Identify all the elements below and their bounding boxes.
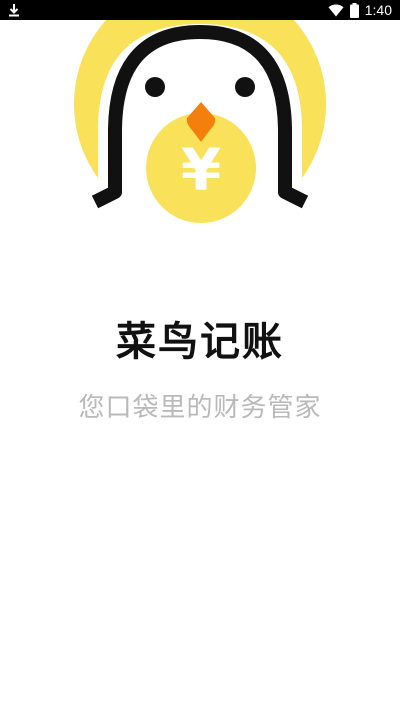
download-icon <box>8 3 20 17</box>
app-logo: ¥ <box>0 20 400 230</box>
yen-symbol: ¥ <box>181 136 221 204</box>
logo-left-eye <box>145 77 165 97</box>
status-bar: 1:40 <box>0 0 400 20</box>
status-left <box>8 0 20 20</box>
app-name: 菜鸟记账 <box>116 319 284 365</box>
status-right: 1:40 <box>328 0 392 20</box>
app-slogan: 您口袋里的财务管家 <box>78 393 322 423</box>
wifi-icon <box>328 4 344 17</box>
logo-right-eye <box>235 77 255 97</box>
status-time: 1:40 <box>364 2 392 18</box>
battery-icon <box>349 2 359 18</box>
